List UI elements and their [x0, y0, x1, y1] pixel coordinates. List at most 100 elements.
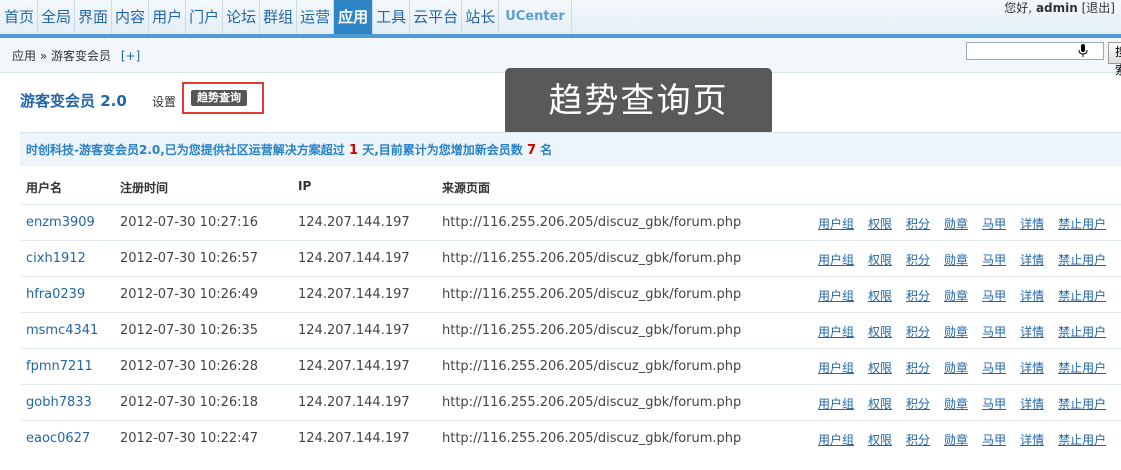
action-permission-link[interactable]: 权限 [868, 253, 892, 267]
breadcrumb-root[interactable]: 应用 [12, 49, 36, 63]
username-link[interactable]: hfra0239 [26, 287, 85, 302]
settings-link[interactable]: 设置 [152, 93, 176, 110]
action-medal-link[interactable]: 勋章 [944, 289, 968, 303]
action-credits-link[interactable]: 积分 [906, 253, 930, 267]
action-medal-link[interactable]: 勋章 [944, 433, 968, 447]
row-actions: 用户组 权限 积分 勋章 马甲 详情 禁止用户 [818, 215, 1106, 232]
search-button[interactable]: 搜索 [1108, 42, 1121, 77]
nav-item-0[interactable]: 首页 [0, 0, 39, 34]
action-detail-link[interactable]: 详情 [1020, 361, 1044, 375]
ip-address: 124.207.144.197 [298, 215, 410, 230]
username: admin [1035, 1, 1078, 15]
action-usergroup-link[interactable]: 用户组 [818, 289, 854, 303]
action-alias-link[interactable]: 马甲 [982, 433, 1006, 447]
action-alias-link[interactable]: 马甲 [982, 325, 1006, 339]
action-alias-link[interactable]: 马甲 [982, 361, 1006, 375]
action-medal-link[interactable]: 勋章 [944, 361, 968, 375]
action-detail-link[interactable]: 详情 [1020, 289, 1044, 303]
action-detail-link[interactable]: 详情 [1020, 217, 1044, 231]
action-credits-link[interactable]: 积分 [906, 433, 930, 447]
nav-item-3[interactable]: 内容 [112, 0, 150, 34]
nav-item-9[interactable]: 应用 [334, 0, 374, 34]
action-alias-link[interactable]: 马甲 [982, 289, 1006, 303]
logout-link[interactable]: [退出] [1082, 1, 1115, 15]
header-source: 来源页面 [442, 181, 491, 195]
trend-query-button[interactable]: 趋势查询 [191, 90, 247, 106]
nav-item-2[interactable]: 界面 [75, 0, 113, 34]
action-usergroup-link[interactable]: 用户组 [818, 397, 854, 411]
action-usergroup-link[interactable]: 用户组 [818, 325, 854, 339]
reg-time: 2012-07-30 10:26:28 [120, 359, 259, 374]
ip-address: 124.207.144.197 [298, 395, 410, 410]
username-link[interactable]: msmc4341 [26, 323, 98, 338]
username-link[interactable]: cixh1912 [26, 251, 86, 266]
action-medal-link[interactable]: 勋章 [944, 325, 968, 339]
add-shortcut-link[interactable]: [+] [121, 49, 140, 63]
table-row: hfra0239 2012-07-30 10:26:49 124.207.144.1… [20, 276, 1121, 313]
action-usergroup-link[interactable]: 用户组 [818, 361, 854, 375]
username-link[interactable]: fpmn7211 [26, 359, 93, 374]
nav-item-4[interactable]: 用户 [149, 0, 187, 34]
action-medal-link[interactable]: 勋章 [944, 253, 968, 267]
action-usergroup-link[interactable]: 用户组 [818, 217, 854, 231]
nav-menu: 首页 全局 界面 内容 用户 门户 论坛 群组 运营 应用 工具 云平台 站长 UCenter [0, 0, 572, 34]
action-ban-link[interactable]: 禁止用户 [1058, 397, 1106, 411]
nav-item-5[interactable]: 门户 [186, 0, 224, 34]
action-permission-link[interactable]: 权限 [868, 433, 892, 447]
nav-item-7[interactable]: 群组 [260, 0, 298, 34]
action-ban-link[interactable]: 禁止用户 [1058, 325, 1106, 339]
username-link[interactable]: gobh7833 [26, 395, 92, 410]
breadcrumb: 应用 » 游客变会员 [+] [12, 38, 140, 72]
table-row: cixh1912 2012-07-30 10:26:57 124.207.144.1… [20, 240, 1121, 277]
info-middle: 天,目前累计为您增加新会员数 [362, 143, 523, 157]
username-link[interactable]: enzm3909 [26, 215, 95, 230]
action-usergroup-link[interactable]: 用户组 [818, 253, 854, 267]
action-credits-link[interactable]: 积分 [906, 217, 930, 231]
action-credits-link[interactable]: 积分 [906, 325, 930, 339]
action-usergroup-link[interactable]: 用户组 [818, 433, 854, 447]
nav-item-6[interactable]: 论坛 [223, 0, 261, 34]
action-permission-link[interactable]: 权限 [868, 325, 892, 339]
action-ban-link[interactable]: 禁止用户 [1058, 289, 1106, 303]
table-row: eaoc0627 2012-07-30 10:22:47 124.207.144.1… [20, 420, 1121, 457]
info-prefix: 时创科技-游客变会员2.0,已为您提供社区运营解决方案超过 [26, 143, 345, 157]
users-table: 用户名 注册时间 IP 来源页面 enzm3909 2012-07-30 10:2… [20, 168, 1121, 447]
action-credits-link[interactable]: 积分 [906, 361, 930, 375]
action-alias-link[interactable]: 马甲 [982, 217, 1006, 231]
action-permission-link[interactable]: 权限 [868, 217, 892, 231]
action-medal-link[interactable]: 勋章 [944, 217, 968, 231]
action-permission-link[interactable]: 权限 [868, 361, 892, 375]
username-link[interactable]: eaoc0627 [26, 431, 90, 446]
header-regtime: 注册时间 [120, 181, 169, 195]
action-ban-link[interactable]: 禁止用户 [1058, 433, 1106, 447]
nav-item-12[interactable]: 站长 [462, 0, 500, 34]
microphone-icon[interactable] [1078, 44, 1088, 58]
user-info: 您好, admin [退出] [1004, 0, 1115, 16]
action-alias-link[interactable]: 马甲 [982, 397, 1006, 411]
action-credits-link[interactable]: 积分 [906, 289, 930, 303]
row-actions: 用户组 权限 积分 勋章 马甲 详情 禁止用户 [818, 323, 1106, 340]
action-credits-link[interactable]: 积分 [906, 397, 930, 411]
nav-item-13[interactable]: UCenter [499, 0, 572, 34]
nav-item-8[interactable]: 运营 [297, 0, 335, 34]
action-ban-link[interactable]: 禁止用户 [1058, 217, 1106, 231]
action-alias-link[interactable]: 马甲 [982, 253, 1006, 267]
action-permission-link[interactable]: 权限 [868, 289, 892, 303]
action-detail-link[interactable]: 详情 [1020, 433, 1044, 447]
nav-item-11[interactable]: 云平台 [410, 0, 463, 34]
nav-item-1[interactable]: 全局 [38, 0, 76, 34]
action-detail-link[interactable]: 详情 [1020, 325, 1044, 339]
info-days: 1 [349, 143, 359, 158]
table-row: gobh7833 2012-07-30 10:26:18 124.207.144.1… [20, 384, 1121, 421]
action-permission-link[interactable]: 权限 [868, 397, 892, 411]
source-url: http://116.255.206.205/discuz_gbk/forum.… [442, 323, 742, 338]
action-ban-link[interactable]: 禁止用户 [1058, 361, 1106, 375]
action-ban-link[interactable]: 禁止用户 [1058, 253, 1106, 267]
nav-item-10[interactable]: 工具 [373, 0, 411, 34]
action-medal-link[interactable]: 勋章 [944, 397, 968, 411]
ip-address: 124.207.144.197 [298, 323, 410, 338]
action-detail-link[interactable]: 详情 [1020, 253, 1044, 267]
search-box: 搜索 [966, 42, 1121, 77]
action-detail-link[interactable]: 详情 [1020, 397, 1044, 411]
reg-time: 2012-07-30 10:27:16 [120, 215, 259, 230]
